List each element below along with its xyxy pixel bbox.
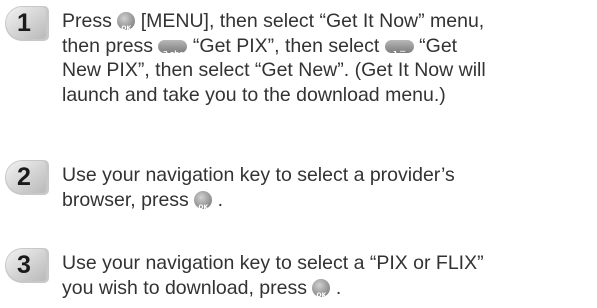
step-text: Use your navigation key to select a prov…: [62, 163, 587, 221]
step-line: then press “Get PIX”, then select “Get: [62, 34, 587, 67]
step-number-badge: 2: [4, 159, 50, 196]
step-line: Use your navigation key to select a “PIX…: [62, 252, 484, 274]
step-number: 2: [17, 163, 31, 191]
one-key-icon: [384, 39, 414, 66]
step-line: Press [MENU], then select “Get It Now” m…: [62, 9, 587, 42]
step-text: Press [MENU], then select “Get It Now” m…: [62, 9, 587, 107]
step-number: 1: [17, 9, 31, 37]
two-key-icon: [158, 39, 188, 66]
step-text: Use your navigation key to select a “PIX…: [62, 251, 587, 308]
step-number-badge: 3: [4, 247, 50, 284]
step-line: browser, press .: [62, 188, 587, 221]
ok-key-icon: [117, 12, 136, 42]
step-line: New PIX”, then select “Get New”. (Get It…: [62, 59, 486, 81]
ok-key-icon: [194, 190, 213, 220]
step-number-badge: 1: [4, 5, 50, 42]
ok-key-icon: [312, 278, 331, 308]
step-line: Use your navigation key to select a prov…: [62, 164, 455, 186]
step-line: you wish to download, press .: [62, 276, 587, 308]
step-number: 3: [17, 251, 31, 279]
step-line: launch and take you to the download menu…: [62, 83, 446, 106]
